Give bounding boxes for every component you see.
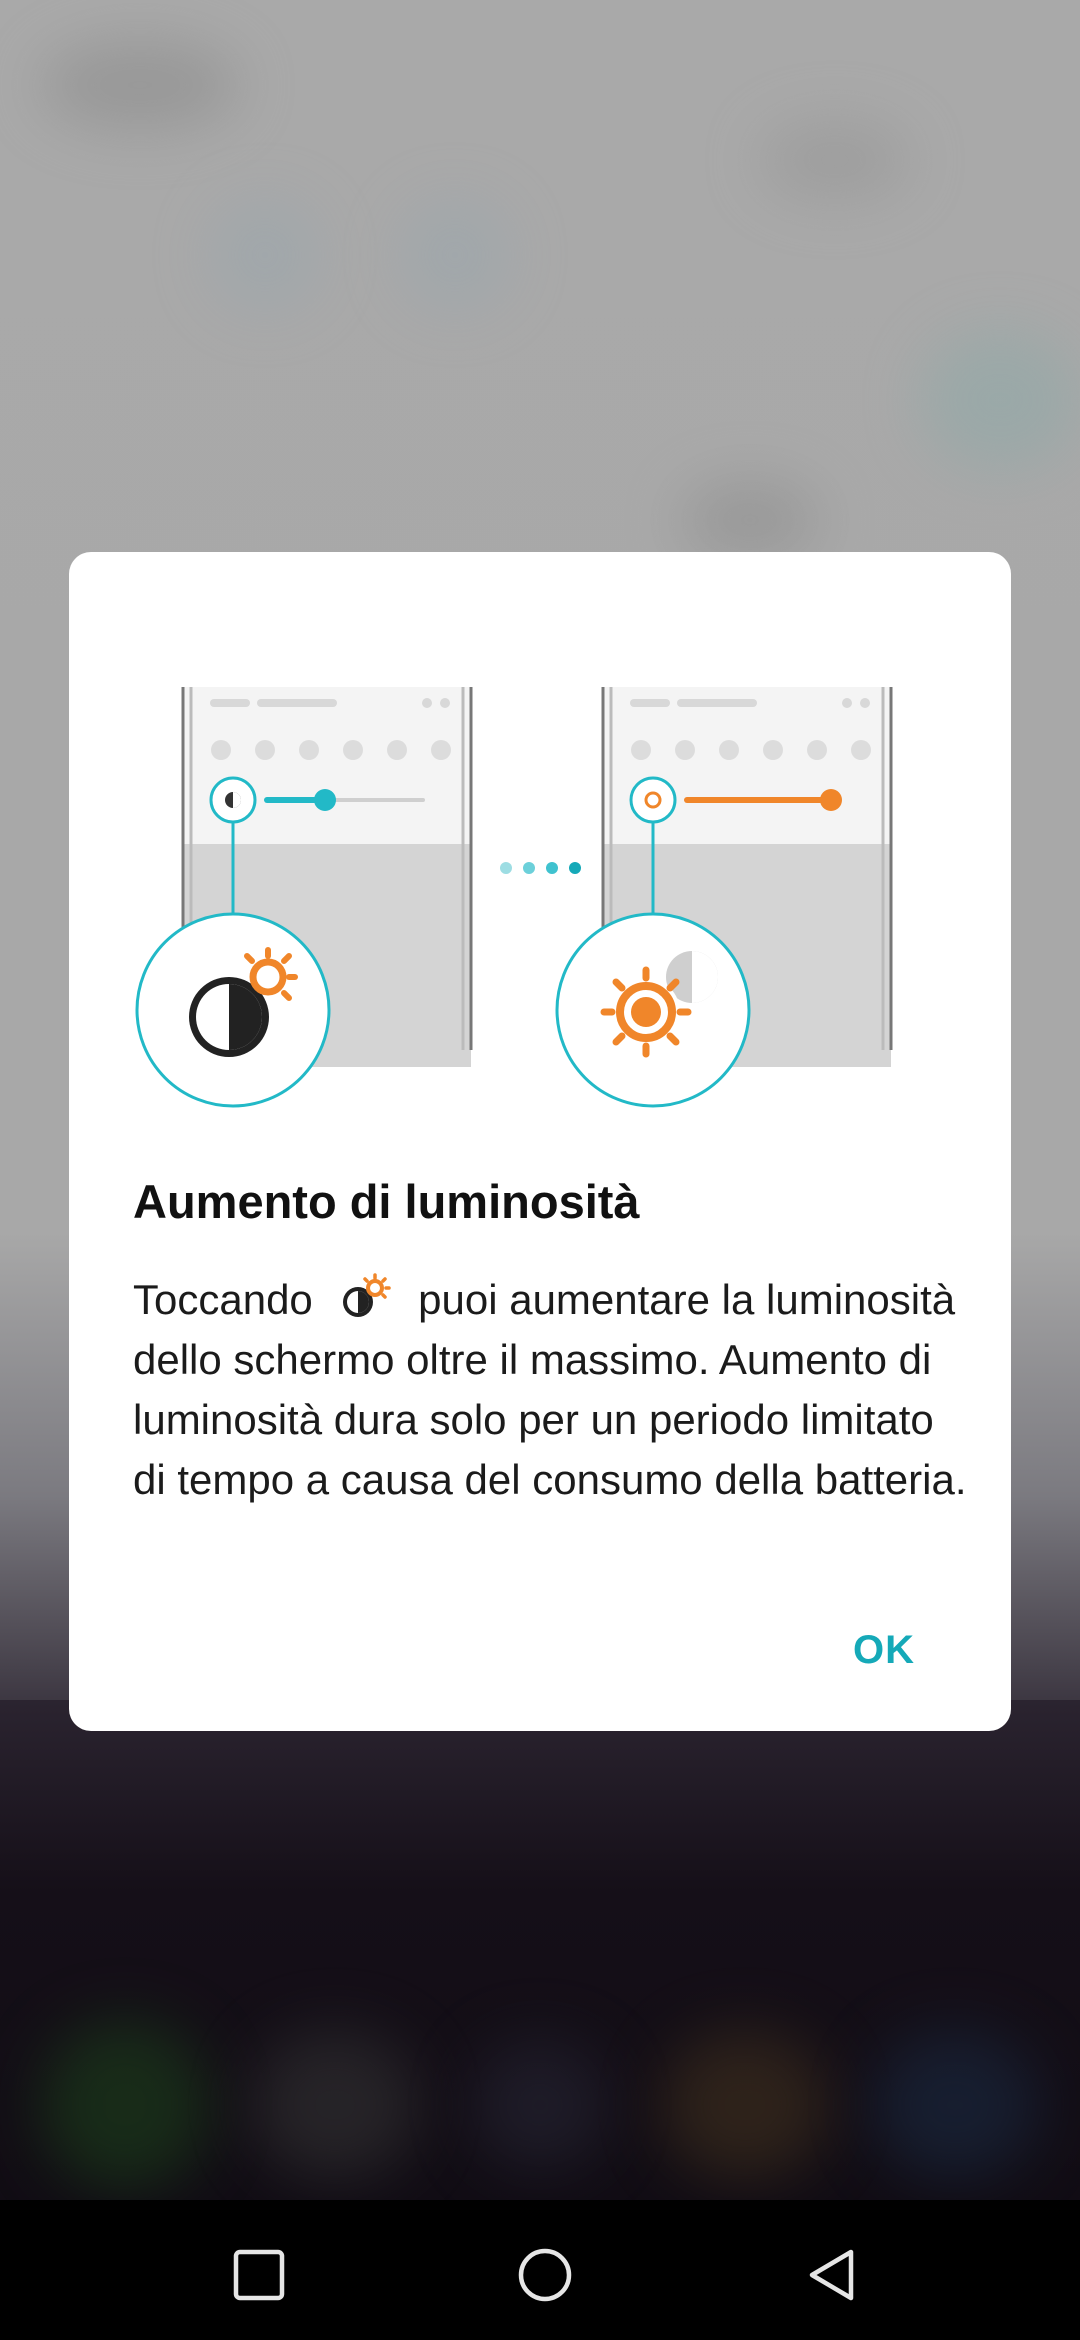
blur-shape bbox=[660, 2030, 830, 2180]
home-button[interactable] bbox=[515, 2245, 575, 2305]
left-phone-mockup bbox=[135, 687, 473, 1108]
recents-button[interactable] bbox=[229, 2245, 289, 2305]
blur-shape bbox=[760, 120, 910, 200]
progress-dots bbox=[500, 862, 581, 874]
right-phone-mockup bbox=[555, 687, 893, 1108]
triangle-back-icon bbox=[809, 2249, 854, 2301]
message-part-before: Toccando bbox=[133, 1276, 325, 1323]
dialog-title: Aumento di luminosità bbox=[133, 1175, 640, 1228]
dialog-message: Toccando puoi aumentare la luminosità de… bbox=[133, 1270, 973, 1510]
blur-shape bbox=[250, 2030, 420, 2180]
square-icon bbox=[233, 2249, 285, 2301]
circle-icon bbox=[518, 2248, 572, 2302]
blur-shape bbox=[400, 200, 510, 310]
blur-shape bbox=[680, 480, 820, 560]
blur-shape bbox=[40, 2020, 210, 2190]
blur-shape bbox=[870, 2030, 1040, 2180]
brightness-boost-illustration bbox=[135, 687, 893, 1108]
navigation-bar bbox=[0, 2200, 1080, 2340]
blur-shape bbox=[210, 200, 320, 310]
blur-shape bbox=[920, 330, 1080, 470]
blur-shape bbox=[40, 40, 240, 130]
ok-button[interactable]: OK bbox=[853, 1620, 915, 1681]
blur-shape bbox=[470, 2040, 610, 2170]
brightness-boost-dialog: Aumento di luminosità Toccando puoi aume… bbox=[69, 552, 1011, 1731]
brightness-boost-icon bbox=[343, 1273, 392, 1317]
back-button[interactable] bbox=[802, 2245, 862, 2305]
